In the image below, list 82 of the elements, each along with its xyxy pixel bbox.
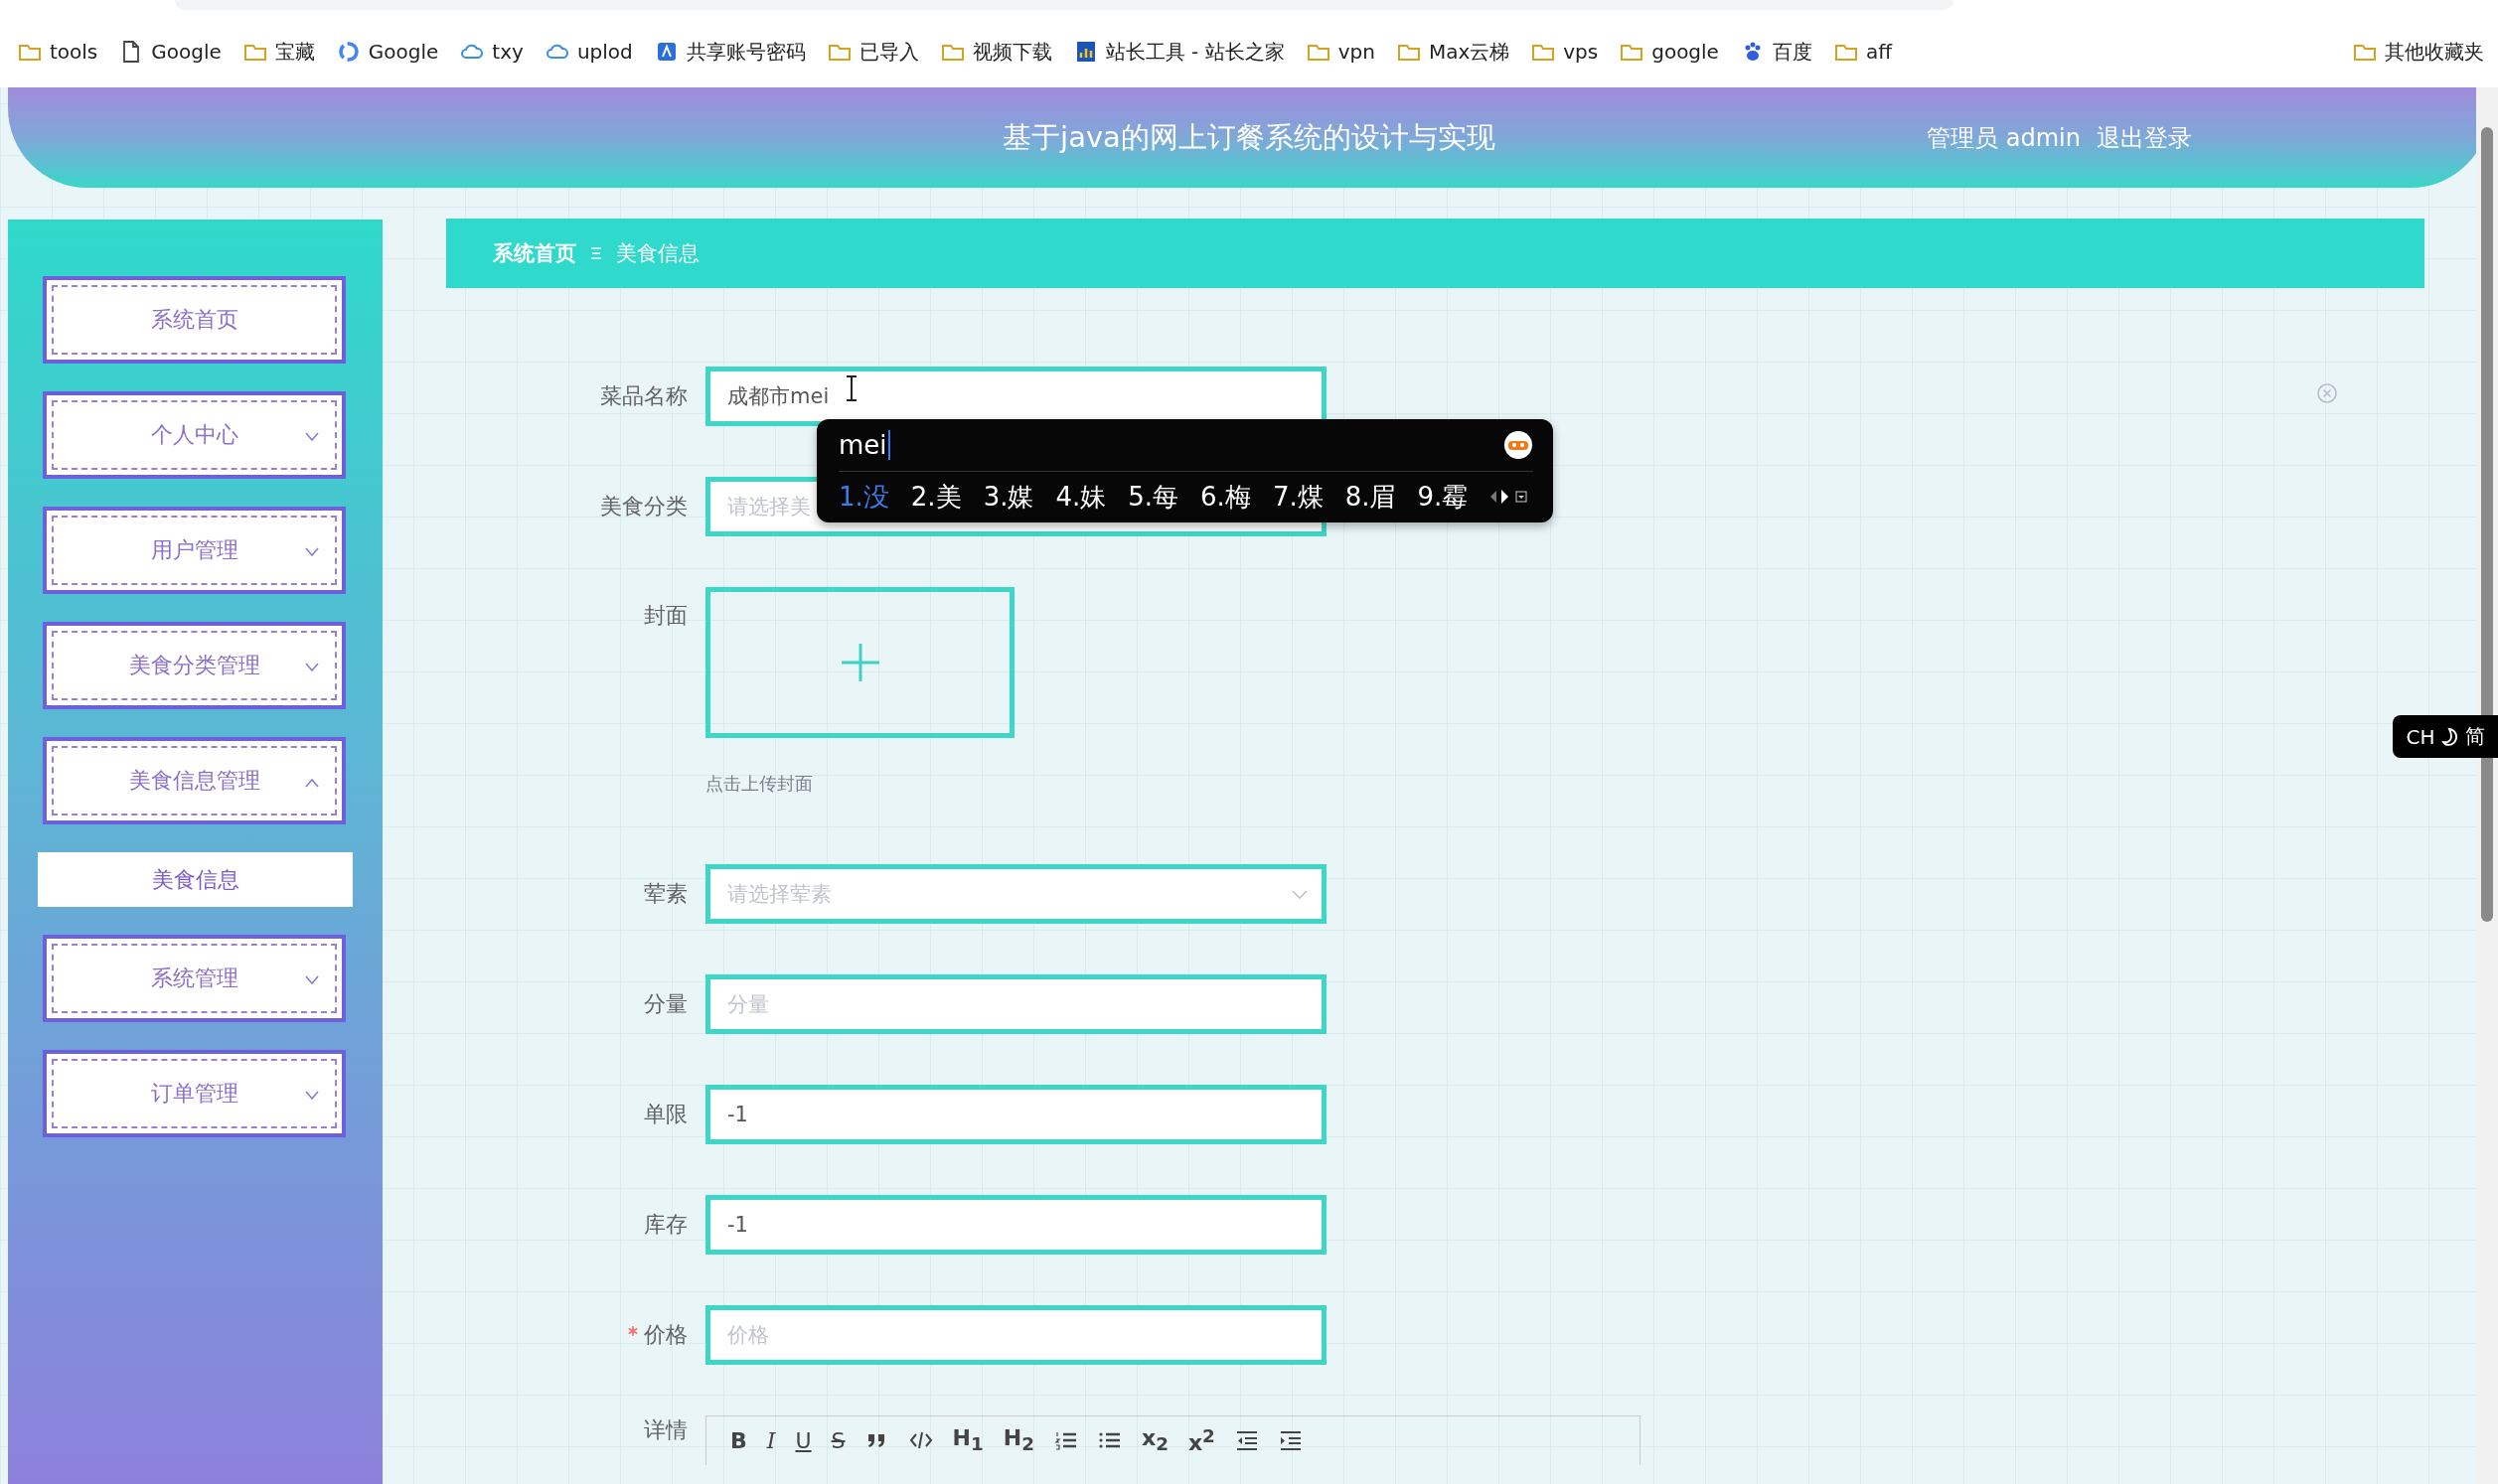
field-label: 单限	[644, 1102, 688, 1126]
composition-text: mei	[839, 430, 890, 460]
plus-icon	[839, 642, 881, 683]
bookmark-link[interactable]: vpn	[1306, 40, 1375, 64]
candidate-item[interactable]: 1.没	[839, 479, 889, 515]
input-mode: 简	[2464, 723, 2485, 750]
bookmark-link[interactable]: vps	[1531, 40, 1599, 64]
bookmark-link[interactable]: Google	[119, 40, 222, 64]
input-field[interactable]: -1	[705, 1195, 1327, 1255]
heading-button[interactable]: H$_{1}$	[952, 1425, 984, 1455]
ring-icon	[336, 40, 361, 64]
menu-item[interactable]: 美食信息管理	[43, 737, 346, 824]
strikethrough-button[interactable]: S	[831, 1427, 846, 1453]
field-label: 荤素	[644, 881, 688, 906]
italic-button[interactable]: I	[766, 1427, 776, 1453]
bookmark-link[interactable]: tools	[18, 40, 98, 64]
bookmark-link[interactable]: uplod	[545, 40, 633, 64]
input-field[interactable]: 分量	[705, 974, 1327, 1034]
bookmark-link[interactable]: google	[1620, 40, 1719, 64]
script-button[interactable]: x$^{2}$	[1187, 1424, 1215, 1456]
menu-item[interactable]: 系统首页	[43, 276, 346, 364]
field-label: 封面	[644, 603, 688, 628]
bookmark-link[interactable]: Max云梯	[1396, 38, 1510, 66]
bookmark-link[interactable]: 其他收藏夹	[2353, 38, 2484, 66]
bookmark-link[interactable]: 共享账号密码	[654, 38, 806, 66]
outdent-icon[interactable]	[1234, 1428, 1259, 1452]
caret-icon	[304, 432, 320, 442]
field-label: 价格	[644, 1322, 688, 1347]
bold-button[interactable]: B	[730, 1427, 747, 1453]
caret-icon	[304, 1091, 320, 1101]
menu-item[interactable]: 用户管理	[43, 507, 346, 594]
bookmark-link[interactable]: 百度	[1740, 38, 1812, 66]
submenu-item[interactable]: 美食信息	[38, 852, 353, 907]
mascot-icon	[1503, 430, 1533, 460]
select-field[interactable]: 请选择荤素	[705, 864, 1327, 924]
bookmark-link[interactable]: 已导入	[827, 38, 919, 66]
field-label: 菜品名称	[600, 383, 688, 408]
candidate-item[interactable]: 7.煤	[1272, 479, 1324, 515]
upload-hint: 点击上传封面	[705, 772, 814, 796]
bookmark-link[interactable]: 站长工具 - 站长之家	[1073, 38, 1285, 66]
indent-icon[interactable]	[1278, 1428, 1303, 1452]
pager-arrows-icon	[1489, 488, 1528, 506]
separator-icon	[590, 246, 602, 260]
language-code: CH	[2406, 724, 2435, 749]
menu-item[interactable]: 美食分类管理	[43, 622, 346, 709]
menu-item[interactable]: 订单管理	[43, 1050, 346, 1137]
field-label: 美食分类	[600, 494, 688, 519]
caret-icon	[304, 778, 320, 788]
candidate-item[interactable]: 6.梅	[1200, 479, 1251, 515]
bookmark-link[interactable]: Google	[336, 40, 439, 64]
candidate-item[interactable]: 2.美	[910, 479, 962, 515]
bookmark-link[interactable]: txy	[460, 40, 524, 64]
input-field[interactable]: 价格	[705, 1305, 1327, 1365]
breadcrumb-current: 美食信息	[616, 240, 700, 267]
candidate-item[interactable]: 4.妹	[1055, 479, 1107, 515]
page-title: 基于java的网上订餐系统的设计与实现	[1003, 118, 1495, 156]
moon-icon	[2440, 726, 2459, 747]
text-cursor-icon	[845, 374, 859, 402]
menu-item[interactable]: 个人中心	[43, 391, 346, 479]
field-label: 详情	[644, 1417, 688, 1442]
field-label: 分量	[644, 991, 688, 1016]
script-button[interactable]: x$_{2}$	[1141, 1425, 1169, 1455]
rich-text-editor[interactable]: B I U S H$_{1}$ H$_{2}$ x$_{2}$ x$^{2}$	[705, 1415, 1640, 1465]
input-field[interactable]: 成都市mei	[705, 367, 1327, 426]
candidate-item[interactable]: 9.霉	[1417, 479, 1469, 515]
menu-item[interactable]: 系统管理	[43, 935, 346, 1022]
underline-button[interactable]: U	[795, 1427, 812, 1453]
input-field[interactable]: -1	[705, 1085, 1327, 1144]
candidate-item[interactable]: 8.眉	[1344, 479, 1396, 515]
chevron-down-icon	[1291, 889, 1309, 900]
heading-button[interactable]: H$_{2}$	[1003, 1425, 1034, 1455]
bookmark-link[interactable]: aff	[1833, 40, 1892, 64]
input-language-badge[interactable]: CH 简	[2393, 715, 2498, 758]
candidate-item[interactable]: 5.每	[1128, 479, 1179, 515]
caret-icon	[304, 663, 320, 672]
bookmark-link[interactable]: 宝藏	[242, 38, 315, 66]
caret-icon	[304, 975, 320, 985]
candidate-item[interactable]: 3.媒	[983, 479, 1034, 515]
caret-icon	[304, 547, 320, 557]
bookmark-link[interactable]: 视频下载	[940, 38, 1052, 66]
user-label: 管理员 admin	[1927, 122, 2081, 154]
field-label: 库存	[644, 1212, 688, 1237]
